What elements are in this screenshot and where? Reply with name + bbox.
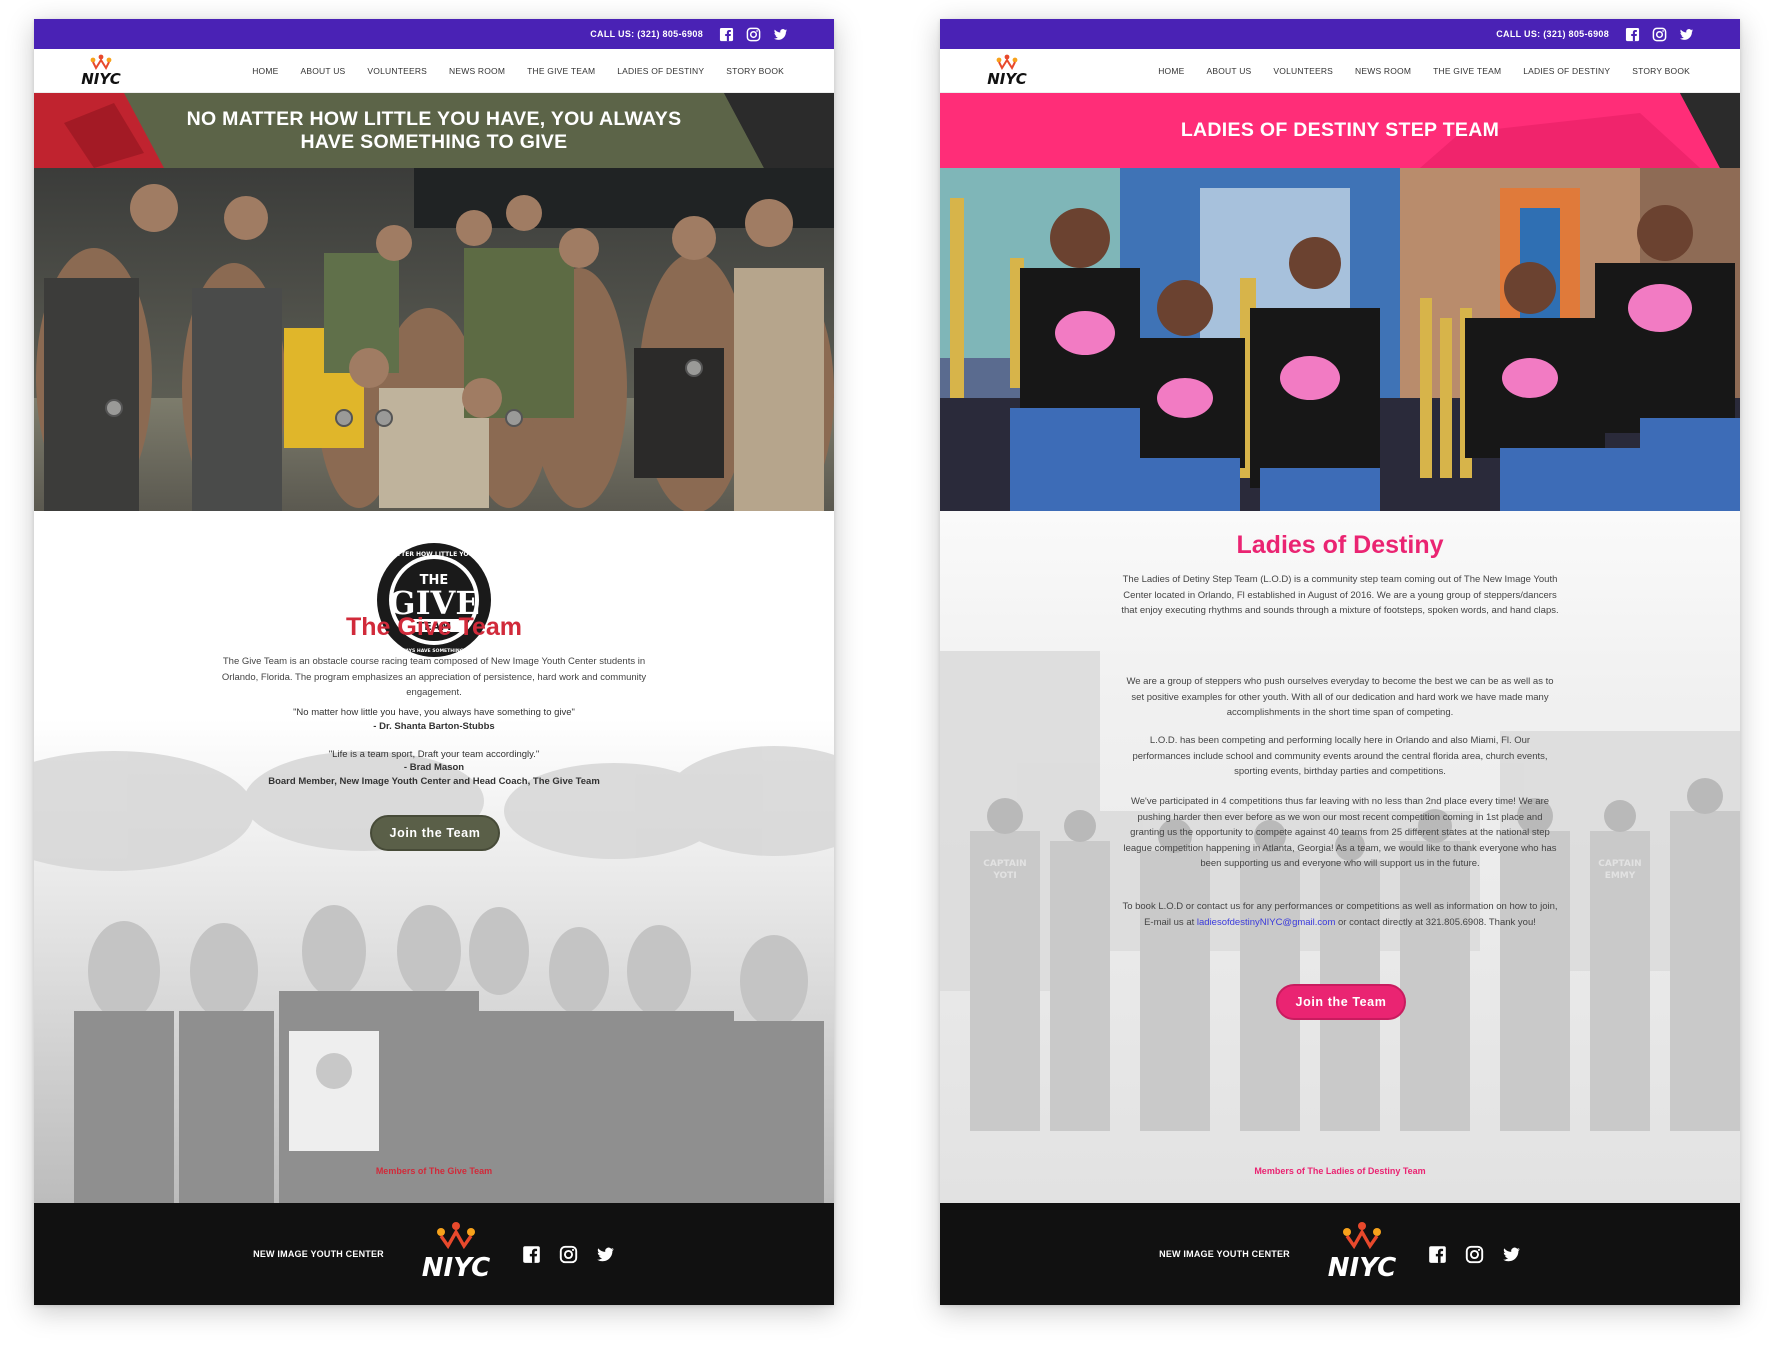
banner-title: NO MATTER HOW LITTLE YOU HAVE, YOU ALWAY… <box>186 107 682 153</box>
call-us-link[interactable]: CALL US: (321) 805-6908 <box>590 29 703 39</box>
nav-news-room[interactable]: NEWS ROOM <box>1355 66 1411 76</box>
twitter-icon[interactable] <box>773 27 788 42</box>
ladies-paragraph-4: We've participated in 4 competitions thu… <box>1123 796 1557 869</box>
team-photo-caption: Members of The Ladies of Destiny Team <box>1254 1166 1426 1176</box>
twitter-icon[interactable] <box>1679 27 1694 42</box>
quote-2-role: Board Member, New Image Youth Center and… <box>268 776 600 787</box>
main-navigation: NIYC HOME ABOUT US VOLUNTEERS NEWS ROOM … <box>940 49 1740 93</box>
ladies-heading: Ladies of Destiny <box>1236 531 1444 559</box>
give-team-page: CALL US: (321) 805-6908 NIYC HOME ABOUT … <box>34 19 834 1305</box>
nav-volunteers[interactable]: VOLUNTEERS <box>1273 66 1333 76</box>
back-text-yoti: YOTI <box>992 871 1016 881</box>
team-photo-caption: Members of The Give Team <box>375 1166 493 1176</box>
give-team-logo: NO MATTER HOW LITTLE YOU HAVE THE GIVE T… <box>371 539 497 661</box>
footer-niyc-logo[interactable]: NIYC <box>408 1218 504 1290</box>
twitter-icon[interactable] <box>596 1245 615 1264</box>
site-footer: NEW IMAGE YOUTH CENTER NIYC <box>34 1203 834 1305</box>
ladies-paragraph-5: To book L.O.D or contact us for any perf… <box>1122 901 1558 928</box>
instagram-icon[interactable] <box>1465 1245 1484 1264</box>
nav-ladies-of-destiny[interactable]: LADIES OF DESTINY <box>1523 66 1610 76</box>
svg-text:NIYC: NIYC <box>987 70 1026 88</box>
team-photo <box>34 168 834 511</box>
quote-1-author: - Dr. Shanta Barton-Stubbs <box>373 721 495 732</box>
join-team-button[interactable]: Join the Team <box>370 815 500 851</box>
nav-the-give-team[interactable]: THE GIVE TEAM <box>527 66 595 76</box>
nav-ladies-of-destiny[interactable]: LADIES OF DESTINY <box>617 66 704 76</box>
give-team-heading: The Give Team <box>346 613 522 641</box>
nav-menu: HOME ABOUT US VOLUNTEERS NEWS ROOM THE G… <box>252 49 784 93</box>
svg-text:NIYC: NIYC <box>422 1253 490 1283</box>
ladies-content: CAPTAIN YOTI CAPTAIN EMMY Ladies of Dest… <box>940 511 1740 1203</box>
instagram-icon[interactable] <box>559 1245 578 1264</box>
top-bar: CALL US: (321) 805-6908 <box>940 19 1740 49</box>
nav-news-room[interactable]: NEWS ROOM <box>449 66 505 76</box>
hero-banner: LADIES OF DESTINY STEP TEAM <box>940 93 1740 168</box>
ladies-paragraph-1: The Ladies of Detiny Step Team (L.O.D) i… <box>1121 574 1559 616</box>
nav-menu: HOME ABOUT US VOLUNTEERS NEWS ROOM THE G… <box>1158 49 1690 93</box>
hero-banner: NO MATTER HOW LITTLE YOU HAVE, YOU ALWAY… <box>34 93 834 168</box>
site-footer: NEW IMAGE YOUTH CENTER NIYC <box>940 1203 1740 1305</box>
instagram-icon[interactable] <box>746 27 761 42</box>
logo-wordmark: NIYC <box>81 70 120 88</box>
svg-text:NIYC: NIYC <box>1328 1253 1396 1283</box>
join-team-button[interactable]: Join the Team <box>1276 984 1406 1020</box>
give-team-intro: The Give Team is an obstacle course raci… <box>221 656 647 698</box>
niyc-logo[interactable]: NIYC <box>74 53 128 89</box>
nav-about-us[interactable]: ABOUT US <box>301 66 346 76</box>
give-team-content: NO MATTER HOW LITTLE YOU HAVE THE GIVE T… <box>34 511 834 1203</box>
instagram-icon[interactable] <box>1652 27 1667 42</box>
ladies-of-destiny-page: CALL US: (321) 805-6908 NIYC HOME ABOUT … <box>940 19 1740 1305</box>
niyc-logo[interactable]: NIYC <box>980 53 1034 89</box>
email-link[interactable]: ladiesofdestinyNIYC@gmail.com <box>1197 917 1335 928</box>
main-navigation: NIYC HOME ABOUT US VOLUNTEERS NEWS ROOM … <box>34 49 834 93</box>
facebook-icon[interactable] <box>719 27 734 42</box>
nav-home[interactable]: HOME <box>1158 66 1184 76</box>
footer-niyc-logo[interactable]: NIYC <box>1314 1218 1410 1290</box>
facebook-icon[interactable] <box>1428 1245 1447 1264</box>
nav-home[interactable]: HOME <box>252 66 278 76</box>
nav-volunteers[interactable]: VOLUNTEERS <box>367 66 427 76</box>
badge-top-text: NO MATTER HOW LITTLE YOU HAVE <box>375 551 494 558</box>
banner-title: LADIES OF DESTINY STEP TEAM <box>1180 119 1500 141</box>
twitter-icon[interactable] <box>1502 1245 1521 1264</box>
facebook-icon[interactable] <box>1625 27 1640 42</box>
footer-org-name: NEW IMAGE YOUTH CENTER <box>253 1249 384 1259</box>
team-photo <box>940 168 1740 511</box>
footer-org-name: NEW IMAGE YOUTH CENTER <box>1159 1249 1290 1259</box>
ladies-paragraph-2: We are a group of steppers who push ours… <box>1126 676 1554 718</box>
nav-story-book[interactable]: STORY BOOK <box>1632 66 1690 76</box>
nav-about-us[interactable]: ABOUT US <box>1207 66 1252 76</box>
ladies-paragraph-3: L.O.D. has been competing and performing… <box>1132 735 1548 777</box>
nav-story-book[interactable]: STORY BOOK <box>726 66 784 76</box>
back-text-emmy: EMMY <box>1605 871 1636 881</box>
call-us-link[interactable]: CALL US: (321) 805-6908 <box>1496 29 1609 39</box>
nav-the-give-team[interactable]: THE GIVE TEAM <box>1433 66 1501 76</box>
crown-icon <box>90 54 112 71</box>
top-bar: CALL US: (321) 805-6908 <box>34 19 834 49</box>
crown-icon <box>996 54 1018 71</box>
facebook-icon[interactable] <box>522 1245 541 1264</box>
